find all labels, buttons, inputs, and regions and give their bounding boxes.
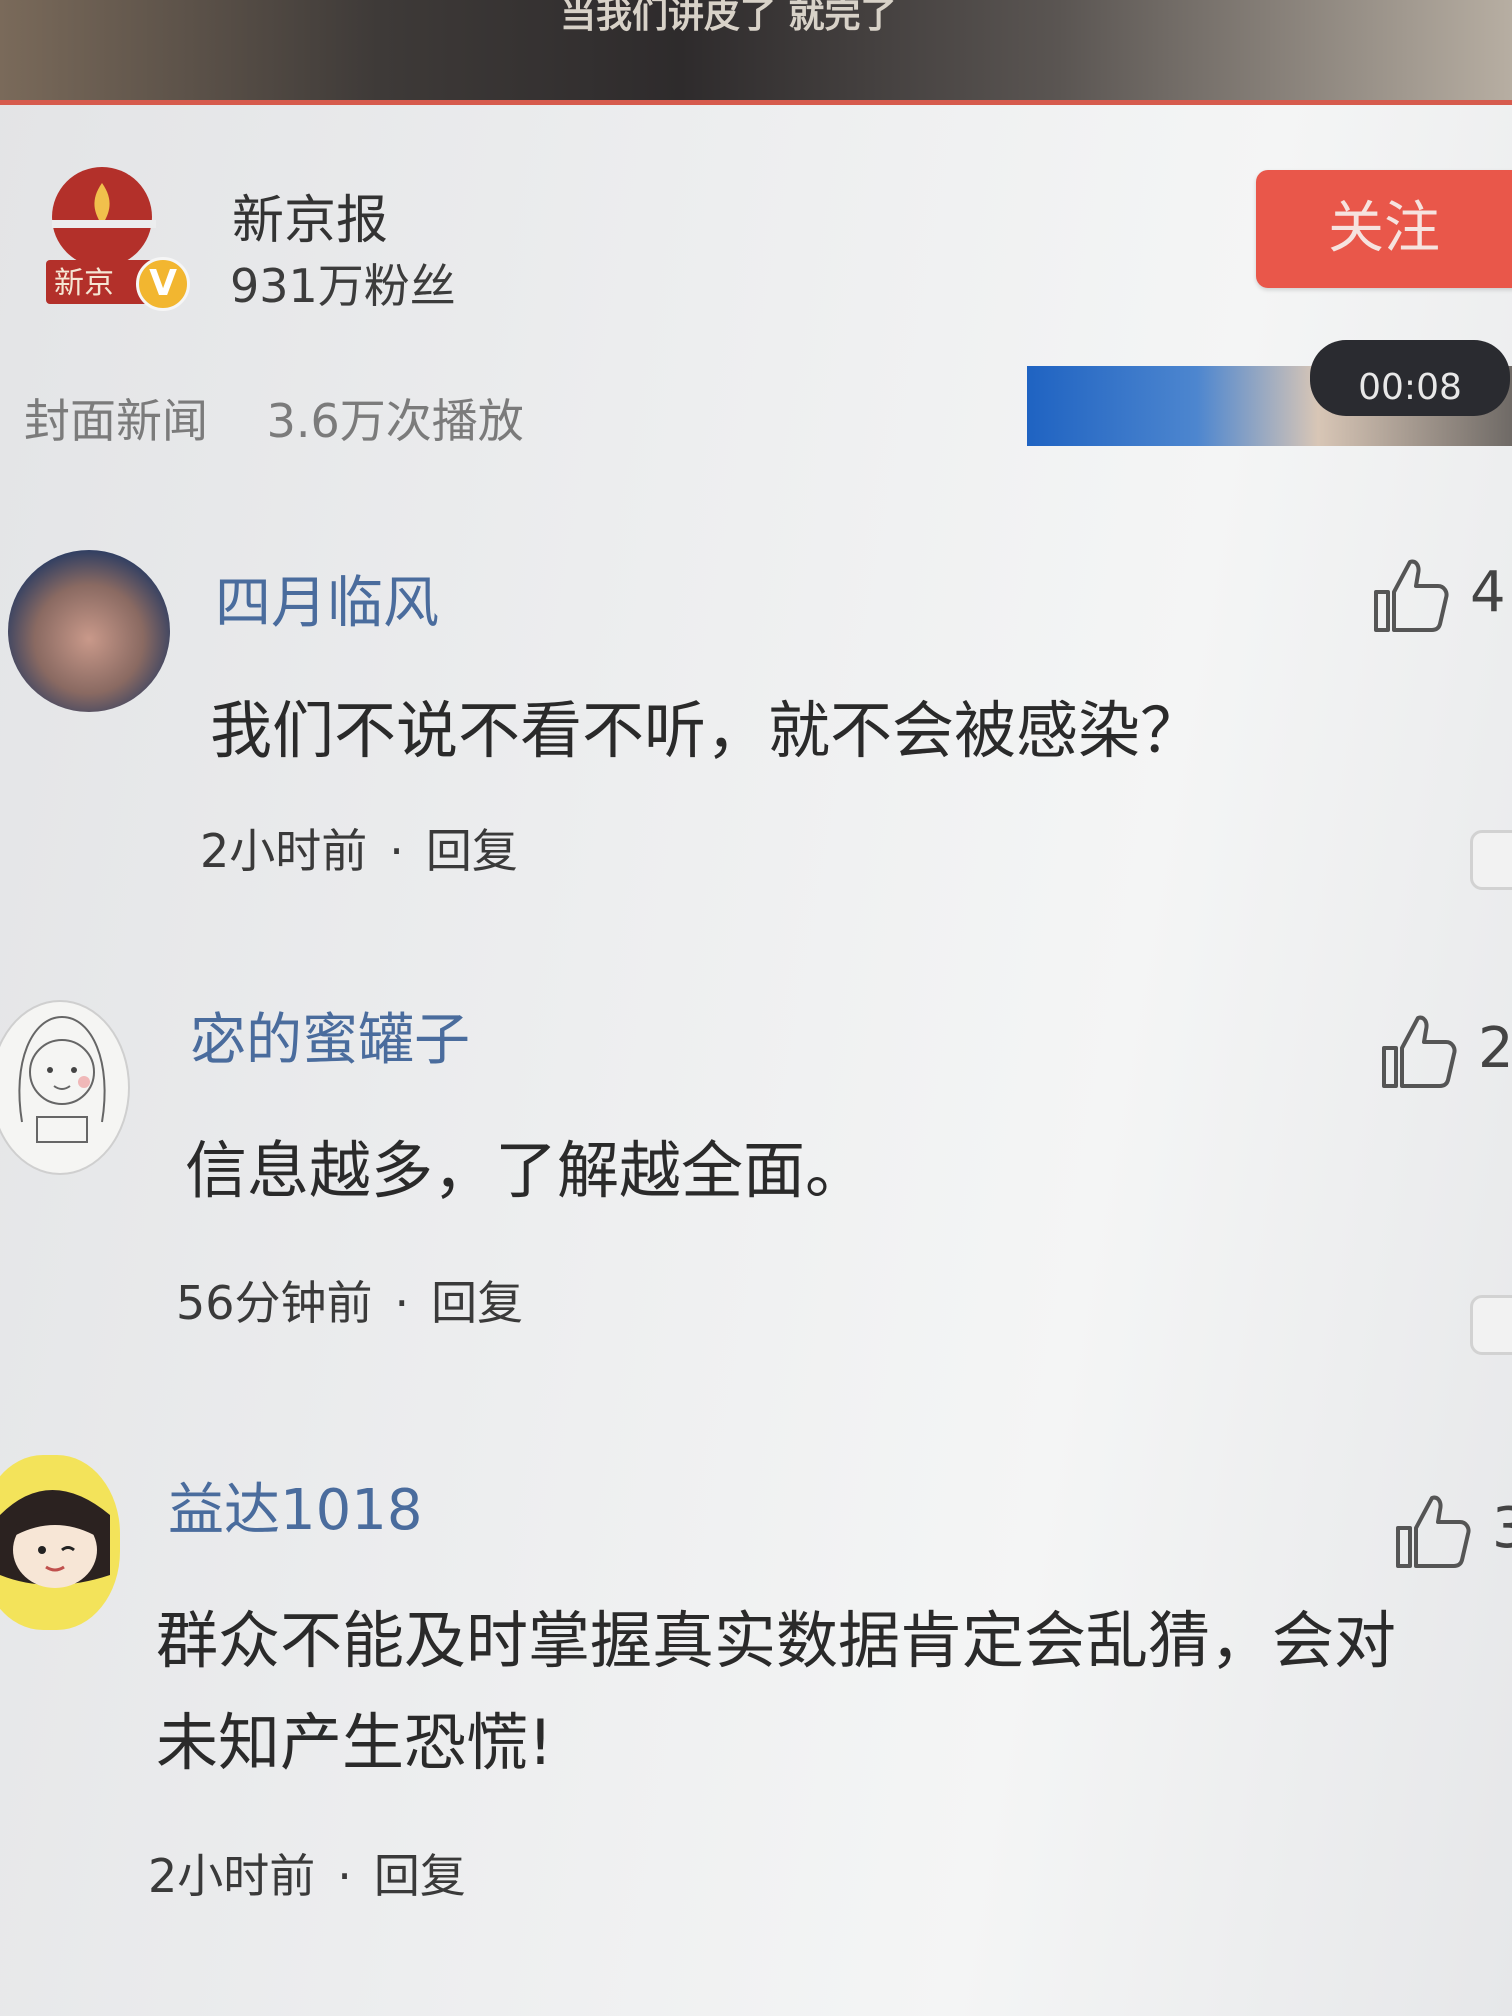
user-avatar[interactable] [0, 1000, 130, 1175]
duration-badge: 00:08 [1310, 340, 1510, 416]
like-count: 2 [1478, 1016, 1512, 1081]
comment-time: 56分钟前 [176, 1276, 373, 1330]
reply-button[interactable]: 回复 [431, 1276, 523, 1330]
video-player[interactable]: 当我们讲皮了 就完了 [0, 0, 1512, 105]
like-count: 4 [1470, 560, 1506, 625]
user-avatar-drawing [0, 1490, 110, 1588]
video-subtitle: 当我们讲皮了 就完了 [560, 0, 897, 36]
publisher-name[interactable]: 新京报 [232, 178, 388, 253]
verified-v-icon: V [136, 257, 190, 311]
video-source-line: 封面新闻 3.6万次播放 [24, 385, 524, 451]
source-name: 封面新闻 [24, 394, 208, 448]
user-avatar[interactable] [8, 550, 170, 712]
comment-text: 群众不能及时掌握真实数据肯定会乱猜，会对未知产生恐慌! [156, 1604, 1397, 1779]
reply-button[interactable]: 回复 [426, 824, 518, 878]
side-control[interactable] [1470, 1295, 1512, 1355]
comment-page: 当我们讲皮了 就完了 新京 V 新京报 931万粉丝 关注 封面新闻 3.6万次… [0, 0, 1512, 2016]
like-button[interactable]: 3 [1392, 1490, 1512, 1570]
publisher-avatar[interactable]: 新京 V [40, 165, 190, 315]
side-control[interactable] [1470, 830, 1512, 890]
comment-username[interactable]: 四月临风 [215, 558, 439, 639]
like-button[interactable]: 4 [1370, 554, 1506, 634]
meta-separator: · [394, 1276, 410, 1330]
comment-username[interactable]: 宓的蜜罐子 [190, 995, 470, 1076]
reply-button[interactable]: 回复 [374, 1849, 466, 1903]
thumbs-up-icon [1396, 1495, 1471, 1568]
meta-separator: · [337, 1849, 352, 1903]
comment-meta: 56分钟前 · 回复 [176, 1267, 523, 1333]
comment-username[interactable]: 益达1018 [168, 1465, 423, 1546]
comment-meta: 2小时前 · 回复 [148, 1840, 466, 1906]
comment-time: 2小时前 [200, 824, 368, 878]
thumbs-up-icon [1374, 559, 1449, 632]
like-button[interactable]: 2 [1378, 1010, 1512, 1090]
comment-time: 2小时前 [148, 1849, 316, 1903]
user-avatar[interactable] [0, 1455, 120, 1630]
publisher-fans: 931万粉丝 [230, 259, 456, 313]
play-count: 3.6万次播放 [266, 394, 524, 448]
thumbs-up-icon [1382, 1015, 1457, 1088]
user-avatar-drawing [18, 1015, 106, 1143]
comment-text: 信息越多，了解越全面。 [185, 1134, 868, 1207]
publisher-logo-text: 新京 [54, 266, 114, 301]
comment-meta: 2小时前 · 回复 [200, 815, 518, 881]
follow-button[interactable]: 关注 [1256, 170, 1512, 288]
like-count: 3 [1492, 1496, 1512, 1561]
comment-text: 我们不说不看不听，就不会被感染？ [210, 694, 1203, 767]
meta-separator: · [389, 824, 404, 878]
